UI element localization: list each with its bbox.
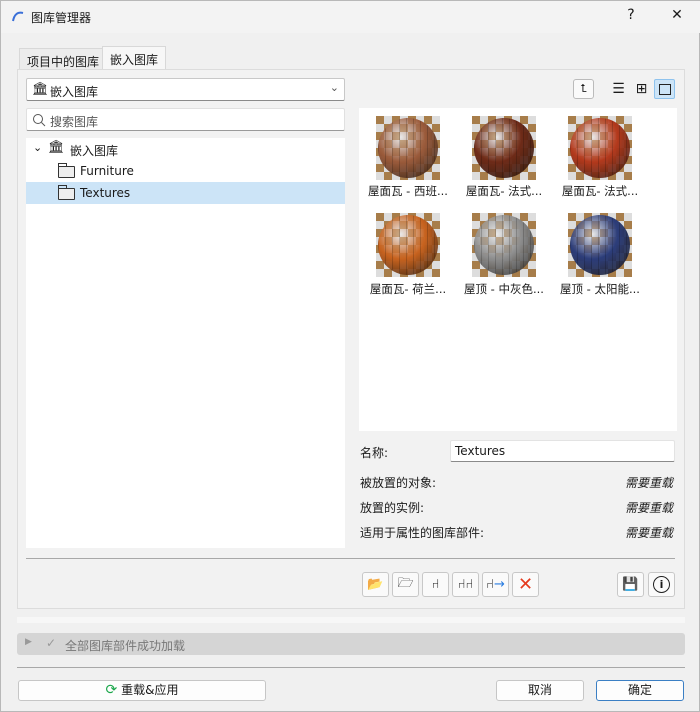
- material-sphere: [570, 118, 630, 178]
- large-view-icon: [658, 83, 671, 95]
- folder-export-icon: 🗁: [397, 575, 414, 591]
- tree-item-label: 嵌入图库: [70, 144, 119, 158]
- close-button[interactable]: ✕: [662, 7, 692, 23]
- placed-instances-label: 放置的实例:: [360, 501, 425, 515]
- move-object-button[interactable]: ⑁→: [482, 572, 509, 597]
- chair-icon: ⑁: [431, 577, 440, 592]
- expand-icon[interactable]: ▶: [25, 637, 32, 647]
- add-library-button[interactable]: 📂: [362, 572, 389, 597]
- material-label[interactable]: 屋顶 - 中灰色...: [456, 281, 552, 297]
- app-logo-icon: [12, 11, 24, 22]
- info-icon: i: [653, 576, 670, 593]
- add-folder-button[interactable]: 🗁: [392, 572, 419, 597]
- add-objects-button[interactable]: ⑁⑁: [452, 572, 479, 597]
- cancel-button[interactable]: 取消: [496, 680, 584, 701]
- title-bar: [1, 1, 700, 33]
- tab-project-libraries[interactable]: 项目中的图库: [19, 48, 108, 70]
- large-icons-view-button[interactable]: [654, 79, 675, 99]
- name-label: 名称:: [360, 446, 389, 460]
- ok-button[interactable]: 确定: [596, 680, 684, 701]
- library-tree: ⌄ 🏛 嵌入图库 Furniture Textures: [26, 138, 345, 548]
- placed-instances-value: 需要重载: [624, 501, 673, 515]
- chevron-down-icon: ⌄: [329, 81, 339, 94]
- library-select-value: 嵌入图库: [50, 85, 99, 99]
- tab-embedded-library[interactable]: 嵌入图库: [102, 46, 167, 70]
- placed-objects-label: 被放置的对象:: [360, 476, 437, 490]
- status-bar[interactable]: ▶ ✓ 全部图库部件成功加载: [17, 633, 685, 655]
- parent-folder-button[interactable]: ⮤: [573, 79, 594, 99]
- library-icon: 🏛: [48, 140, 65, 155]
- material-label[interactable]: 屋顶 - 太阳能...: [552, 281, 648, 297]
- material-thumbnail[interactable]: [568, 213, 632, 277]
- chair-arrow-icon: ⑁→: [486, 577, 505, 592]
- grid-view-icon: ⊞: [635, 81, 648, 97]
- tree-item-label: Textures: [80, 186, 131, 200]
- chairs-icon: ⑁⑁: [457, 577, 474, 592]
- material-label[interactable]: 屋面瓦- 法式...: [456, 183, 552, 199]
- reload-icon: ⟳: [105, 682, 118, 698]
- divider: [17, 667, 685, 668]
- status-text: 全部图库部件成功加载: [65, 639, 186, 653]
- divider: [17, 617, 685, 623]
- add-object-button[interactable]: ⑁: [422, 572, 449, 597]
- search-input[interactable]: 搜索图库: [26, 108, 345, 131]
- material-label[interactable]: 屋面瓦- 荷兰...: [360, 281, 456, 297]
- attribute-parts-label: 适用于属性的图库部件:: [360, 526, 485, 540]
- check-icon: ✓: [46, 636, 57, 650]
- help-button[interactable]: ?: [616, 7, 646, 23]
- small-icons-view-button[interactable]: ⊞: [631, 79, 652, 99]
- library-select[interactable]: 🏛 嵌入图库 ⌄: [26, 78, 345, 101]
- material-sphere: [474, 118, 534, 178]
- material-thumbnail[interactable]: [568, 116, 632, 180]
- list-view-button[interactable]: ☰: [608, 79, 629, 99]
- save-button[interactable]: 💾: [617, 572, 644, 597]
- tree-item-furniture[interactable]: Furniture: [26, 160, 345, 182]
- save-icon: 💾: [622, 577, 639, 592]
- material-label[interactable]: 屋面瓦- 法式...: [552, 183, 648, 199]
- reload-apply-label: 重载&应用: [121, 683, 179, 697]
- info-button[interactable]: i: [648, 572, 675, 597]
- divider: [26, 558, 675, 559]
- reload-apply-button[interactable]: ⟳ 重载&应用: [18, 680, 266, 701]
- material-sphere: [474, 215, 534, 275]
- material-label[interactable]: 屋面瓦 - 西班...: [360, 183, 456, 199]
- search-placeholder: 搜索图库: [50, 115, 99, 129]
- attribute-parts-value: 需要重载: [624, 526, 673, 540]
- tree-item-textures[interactable]: Textures: [26, 182, 345, 204]
- folder-icon: [58, 185, 75, 200]
- folder-add-icon: 📂: [367, 577, 384, 592]
- name-value: Textures: [455, 444, 506, 458]
- thumbnail-grid: 屋面瓦 - 西班... 屋面瓦- 法式... 屋面瓦- 法式... 屋面瓦- 荷兰..…: [359, 108, 677, 431]
- material-thumbnail[interactable]: [472, 213, 536, 277]
- folder-up-icon: ⮤: [580, 82, 587, 95]
- folder-icon: [58, 163, 75, 178]
- library-icon: 🏛: [32, 82, 49, 97]
- window-title: 图库管理器: [31, 11, 92, 25]
- tree-item-label: Furniture: [80, 164, 134, 178]
- material-sphere: [570, 215, 630, 275]
- material-thumbnail[interactable]: [376, 213, 440, 277]
- material-sphere: [378, 215, 438, 275]
- tree-item-root[interactable]: ⌄ 🏛 嵌入图库: [26, 138, 345, 160]
- material-thumbnail[interactable]: [376, 116, 440, 180]
- material-thumbnail[interactable]: [472, 116, 536, 180]
- name-input[interactable]: Textures: [450, 440, 675, 462]
- chevron-down-icon[interactable]: ⌄: [33, 141, 42, 154]
- delete-button[interactable]: ✕: [512, 572, 539, 597]
- placed-objects-value: 需要重载: [624, 476, 673, 490]
- material-sphere: [378, 118, 438, 178]
- search-icon: [33, 114, 46, 127]
- list-view-icon: ☰: [612, 81, 625, 97]
- delete-icon: ✕: [517, 574, 534, 595]
